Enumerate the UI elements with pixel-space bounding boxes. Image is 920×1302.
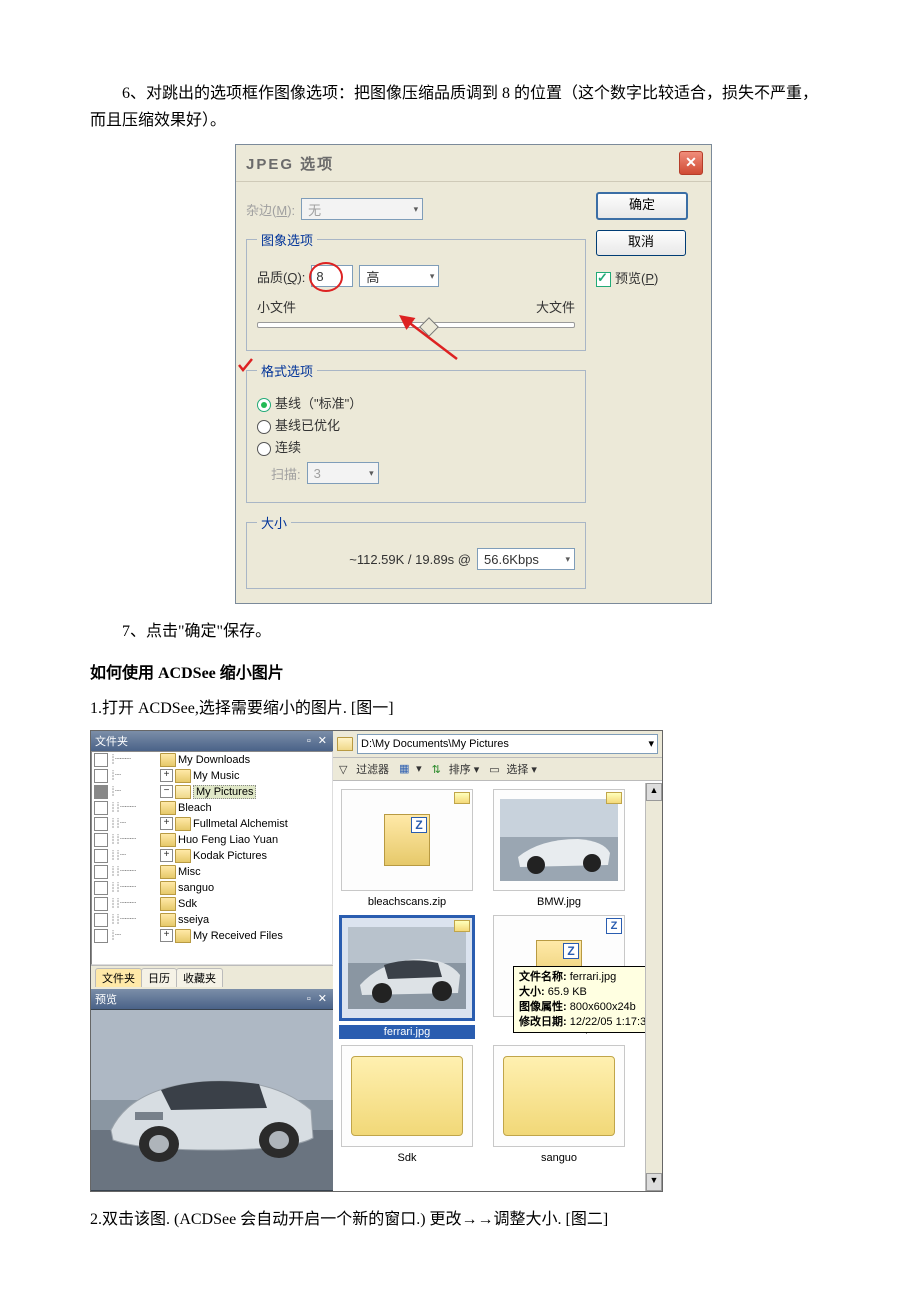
chevron-down-icon: ▾ [648, 737, 654, 750]
select-icon: ▭ [489, 763, 503, 777]
thumbnail-area[interactable]: bleachscans.zip BMW.jpg ferrari.jpg Z [333, 781, 662, 1191]
quality-input[interactable]: 8 [311, 265, 353, 287]
paragraph-6: 6、对跳出的选项框作图像选项：把图像压缩品质调到 8 的位置（这个数字比较适合，… [90, 80, 830, 134]
scans-select: 3▾ [307, 462, 379, 484]
thumb-sdk[interactable]: Sdk [339, 1045, 475, 1165]
progressive-radio[interactable]: 连续 [257, 437, 575, 456]
folders-pane-header: 文件夹▫ ✕ [91, 731, 333, 751]
scrollbar[interactable]: ▲ ▼ [645, 783, 662, 1191]
thumb-sanguo[interactable]: sanguo [491, 1045, 627, 1165]
paragraph-7: 7、点击"确定"保存。 [90, 618, 830, 645]
filter-button[interactable]: ▽ 过滤器 [339, 761, 389, 777]
car-thumb-icon [500, 799, 618, 881]
quality-label: 品质(Q): [257, 267, 305, 286]
acdsee-screenshot: 文件夹▫ ✕ ┊┈┈┈My Downloads ┊┈+My Music ┊┈−M… [90, 730, 663, 1192]
select-button[interactable]: ▭ 选择 ▾ [489, 761, 537, 777]
chevron-down-icon: ▾ [410, 204, 419, 215]
tree-my-pictures[interactable]: ┊┈−My Pictures [92, 784, 332, 800]
chevron-down-icon: ▾ [426, 271, 435, 282]
address-bar: D:\My Documents\My Pictures▾ [333, 731, 662, 758]
folder-icon [503, 1056, 615, 1136]
image-options-legend: 图象选项 [257, 230, 317, 249]
paragraph-step1: 1.打开 ACDSee,选择需要缩小的图片. [图一] [90, 695, 830, 722]
grid-icon: ▦ [399, 762, 413, 776]
thumb-bleachscans[interactable]: bleachscans.zip [339, 789, 475, 909]
cancel-button[interactable]: 取消 [596, 230, 686, 256]
folder-tree[interactable]: ┊┈┈┈My Downloads ┊┈+My Music ┊┈−My Pictu… [91, 751, 333, 965]
red-arrow-annotation [397, 317, 467, 367]
scroll-up-icon[interactable]: ▲ [646, 783, 662, 801]
folder-icon [337, 737, 353, 751]
large-file-label: 大文件 [536, 297, 575, 316]
matte-label: 杂边(M): [246, 200, 295, 219]
zip-badge-icon: Z [606, 918, 622, 934]
preview-checkbox[interactable]: 预览(P) [596, 268, 701, 287]
small-file-label: 小文件 [257, 297, 296, 316]
tab-folders[interactable]: 文件夹 [95, 968, 142, 987]
paragraph-step2: 2.双击该图. (ACDSee 会自动开启一个新的窗口.) 更改→→调整大小. … [90, 1206, 830, 1233]
size-text: ~112.59K / 19.89s @ [349, 552, 471, 567]
chevron-down-icon: ▾ [561, 554, 570, 565]
pane-controls-icon[interactable]: ▫ ✕ [307, 992, 329, 1005]
ok-button[interactable]: 确定 [596, 192, 688, 220]
chevron-down-icon: ▾ [365, 468, 374, 479]
thumb-bmw[interactable]: BMW.jpg [491, 789, 627, 909]
dialog-titlebar: JPEG 选项 ✕ [236, 145, 711, 182]
close-icon[interactable]: ✕ [679, 151, 703, 175]
dialog-title: JPEG 选项 [246, 153, 334, 174]
size-legend: 大小 [257, 513, 291, 532]
format-options-legend: 格式选项 [257, 361, 317, 380]
tab-calendar[interactable]: 日历 [141, 968, 177, 987]
file-tooltip: 文件名称: ferrari.jpg 大小: 65.9 KB 图像属性: 800x… [513, 966, 662, 1033]
baseline-standard-radio[interactable]: 基线（"标准"） [257, 393, 575, 412]
red-check-annotation [237, 357, 255, 373]
acdsee-heading: 如何使用 ACDSee 缩小图片 [90, 660, 830, 687]
speed-select[interactable]: 56.6Kbps▾ [477, 548, 575, 570]
preview-image [91, 1009, 333, 1191]
thumb-ferrari[interactable]: ferrari.jpg [339, 915, 475, 1039]
address-combo[interactable]: D:\My Documents\My Pictures▾ [357, 734, 658, 754]
sort-button[interactable]: ⇅ 排序 ▾ [432, 761, 480, 777]
size-group: 大小 ~112.59K / 19.89s @ 56.6Kbps▾ [246, 513, 586, 589]
quality-select[interactable]: 高▾ [359, 265, 439, 287]
folder-icon [351, 1056, 463, 1136]
jpeg-options-dialog: JPEG 选项 ✕ 杂边(M): 无▾ 图象选项 品质(Q): [235, 144, 712, 604]
scans-label: 扫描: [271, 464, 301, 483]
zip-icon [384, 814, 430, 866]
tab-favorites[interactable]: 收藏夹 [176, 968, 223, 987]
baseline-optimized-radio[interactable]: 基线已优化 [257, 415, 575, 434]
scroll-down-icon[interactable]: ▼ [646, 1173, 662, 1191]
matte-select: 无▾ [301, 198, 423, 220]
view-button[interactable]: ▦ ▾ [399, 762, 422, 776]
car-thumb-icon [348, 927, 466, 1009]
pane-controls-icon[interactable]: ▫ ✕ [307, 734, 329, 747]
thumbs-toolbar: ▽ 过滤器 ▦ ▾ ⇅ 排序 ▾ ▭ 选择 ▾ [333, 758, 662, 781]
left-tabs[interactable]: 文件夹日历收藏夹 [91, 965, 333, 989]
format-options-group: 格式选项 基线（"标准"） 基线已优化 连续 扫描: 3▾ [246, 361, 586, 503]
image-options-group: 图象选项 品质(Q): 8 高▾ 小文件 [246, 230, 586, 351]
funnel-icon: ▽ [339, 763, 353, 777]
sort-icon: ⇅ [432, 763, 446, 777]
preview-pane-header: 预览▫ ✕ [91, 989, 333, 1009]
